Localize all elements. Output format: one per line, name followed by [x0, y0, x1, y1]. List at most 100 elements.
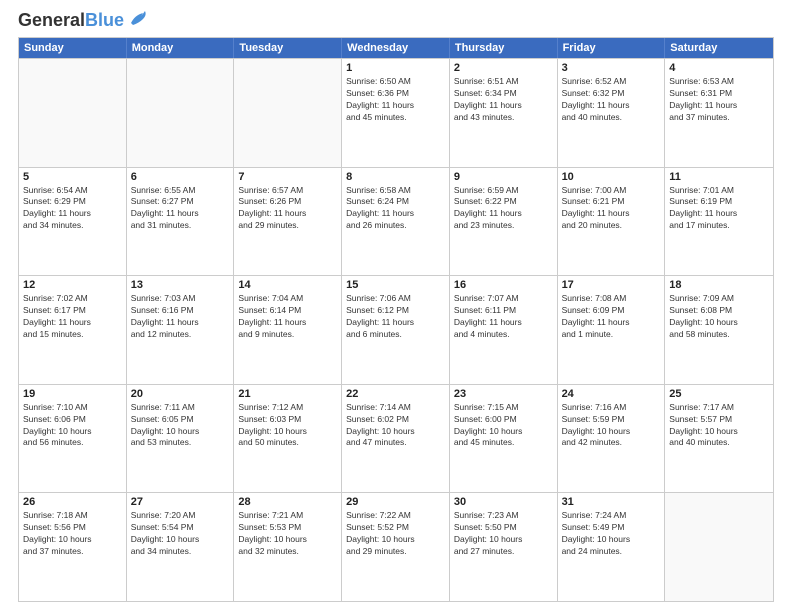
cal-cell: 13 Sunrise: 7:03 AM Sunset: 6:16 PM Dayli…: [127, 276, 235, 384]
calendar-body: 1Sunrise: 6:50 AM Sunset: 6:36 PM Daylig…: [19, 58, 773, 601]
cal-cell: [19, 59, 127, 167]
cal-cell: 22 Sunrise: 7:14 AM Sunset: 6:02 PM Dayli…: [342, 385, 450, 493]
day-number: 14: [238, 279, 337, 291]
day-number: 20: [131, 388, 230, 400]
calendar-header: SundayMondayTuesdayWednesdayThursdayFrid…: [19, 38, 773, 58]
day-number: 10: [562, 171, 661, 183]
week-row-2: 5Sunrise: 6:54 AM Sunset: 6:29 PM Daylig…: [19, 167, 773, 276]
header-day-monday: Monday: [127, 38, 235, 58]
cal-cell: 8 Sunrise: 6:58 AM Sunset: 6:24 PM Daylig…: [342, 168, 450, 276]
calendar: SundayMondayTuesdayWednesdayThursdayFrid…: [18, 37, 774, 602]
day-info: Sunrise: 7:14 AM Sunset: 6:02 PM Dayligh…: [346, 402, 445, 450]
week-row-3: 12 Sunrise: 7:02 AM Sunset: 6:17 PM Dayli…: [19, 275, 773, 384]
day-number: 21: [238, 388, 337, 400]
day-info: Sunrise: 7:07 AM Sunset: 6:11 PM Dayligh…: [454, 293, 553, 341]
header-day-wednesday: Wednesday: [342, 38, 450, 58]
cal-cell: 3 Sunrise: 6:52 AM Sunset: 6:32 PM Daylig…: [558, 59, 666, 167]
day-info: Sunrise: 6:52 AM Sunset: 6:32 PM Dayligh…: [562, 76, 661, 124]
cal-cell: 31 Sunrise: 7:24 AM Sunset: 5:49 PM Dayli…: [558, 493, 666, 601]
cal-cell: 24Sunrise: 7:16 AM Sunset: 5:59 PM Dayli…: [558, 385, 666, 493]
day-number: 26: [23, 496, 122, 508]
day-info: Sunrise: 6:51 AM Sunset: 6:34 PM Dayligh…: [454, 76, 553, 124]
day-number: 27: [131, 496, 230, 508]
cal-cell: 29Sunrise: 7:22 AM Sunset: 5:52 PM Dayli…: [342, 493, 450, 601]
cal-cell: 1Sunrise: 6:50 AM Sunset: 6:36 PM Daylig…: [342, 59, 450, 167]
day-number: 4: [669, 62, 769, 74]
day-info: Sunrise: 6:54 AM Sunset: 6:29 PM Dayligh…: [23, 185, 122, 233]
header-day-thursday: Thursday: [450, 38, 558, 58]
day-info: Sunrise: 7:15 AM Sunset: 6:00 PM Dayligh…: [454, 402, 553, 450]
day-info: Sunrise: 6:57 AM Sunset: 6:26 PM Dayligh…: [238, 185, 337, 233]
day-number: 17: [562, 279, 661, 291]
day-info: Sunrise: 6:58 AM Sunset: 6:24 PM Dayligh…: [346, 185, 445, 233]
day-info: Sunrise: 7:04 AM Sunset: 6:14 PM Dayligh…: [238, 293, 337, 341]
day-number: 3: [562, 62, 661, 74]
day-info: Sunrise: 6:55 AM Sunset: 6:27 PM Dayligh…: [131, 185, 230, 233]
cal-cell: 18 Sunrise: 7:09 AM Sunset: 6:08 PM Dayli…: [665, 276, 773, 384]
day-info: Sunrise: 7:17 AM Sunset: 5:57 PM Dayligh…: [669, 402, 769, 450]
cal-cell: 28Sunrise: 7:21 AM Sunset: 5:53 PM Dayli…: [234, 493, 342, 601]
day-info: Sunrise: 6:59 AM Sunset: 6:22 PM Dayligh…: [454, 185, 553, 233]
day-info: Sunrise: 7:09 AM Sunset: 6:08 PM Dayligh…: [669, 293, 769, 341]
day-info: Sunrise: 7:06 AM Sunset: 6:12 PM Dayligh…: [346, 293, 445, 341]
cal-cell: 26 Sunrise: 7:18 AM Sunset: 5:56 PM Dayli…: [19, 493, 127, 601]
day-number: 16: [454, 279, 553, 291]
day-info: Sunrise: 7:20 AM Sunset: 5:54 PM Dayligh…: [131, 510, 230, 558]
cal-cell: [665, 493, 773, 601]
cal-cell: 15 Sunrise: 7:06 AM Sunset: 6:12 PM Dayli…: [342, 276, 450, 384]
cal-cell: 4 Sunrise: 6:53 AM Sunset: 6:31 PM Daylig…: [665, 59, 773, 167]
header: GeneralBlue: [18, 10, 774, 31]
day-info: Sunrise: 7:00 AM Sunset: 6:21 PM Dayligh…: [562, 185, 661, 233]
day-info: Sunrise: 7:22 AM Sunset: 5:52 PM Dayligh…: [346, 510, 445, 558]
cal-cell: 25 Sunrise: 7:17 AM Sunset: 5:57 PM Dayli…: [665, 385, 773, 493]
week-row-5: 26 Sunrise: 7:18 AM Sunset: 5:56 PM Dayli…: [19, 492, 773, 601]
day-number: 22: [346, 388, 445, 400]
day-number: 9: [454, 171, 553, 183]
cal-cell: 12 Sunrise: 7:02 AM Sunset: 6:17 PM Dayli…: [19, 276, 127, 384]
cal-cell: 20 Sunrise: 7:11 AM Sunset: 6:05 PM Dayli…: [127, 385, 235, 493]
logo-bird-icon: [127, 9, 149, 29]
day-number: 12: [23, 279, 122, 291]
day-info: Sunrise: 7:08 AM Sunset: 6:09 PM Dayligh…: [562, 293, 661, 341]
day-info: Sunrise: 6:53 AM Sunset: 6:31 PM Dayligh…: [669, 76, 769, 124]
cal-cell: 2 Sunrise: 6:51 AM Sunset: 6:34 PM Daylig…: [450, 59, 558, 167]
day-number: 2: [454, 62, 553, 74]
cal-cell: 9 Sunrise: 6:59 AM Sunset: 6:22 PM Daylig…: [450, 168, 558, 276]
day-number: 11: [669, 171, 769, 183]
day-info: Sunrise: 7:24 AM Sunset: 5:49 PM Dayligh…: [562, 510, 661, 558]
day-info: Sunrise: 7:02 AM Sunset: 6:17 PM Dayligh…: [23, 293, 122, 341]
day-number: 15: [346, 279, 445, 291]
cal-cell: 5Sunrise: 6:54 AM Sunset: 6:29 PM Daylig…: [19, 168, 127, 276]
day-number: 6: [131, 171, 230, 183]
logo-text: GeneralBlue: [18, 10, 124, 31]
day-number: 28: [238, 496, 337, 508]
week-row-4: 19Sunrise: 7:10 AM Sunset: 6:06 PM Dayli…: [19, 384, 773, 493]
day-number: 8: [346, 171, 445, 183]
day-info: Sunrise: 7:18 AM Sunset: 5:56 PM Dayligh…: [23, 510, 122, 558]
logo: GeneralBlue: [18, 10, 149, 31]
day-number: 1: [346, 62, 445, 74]
cal-cell: 11 Sunrise: 7:01 AM Sunset: 6:19 PM Dayli…: [665, 168, 773, 276]
cal-cell: 7 Sunrise: 6:57 AM Sunset: 6:26 PM Daylig…: [234, 168, 342, 276]
day-number: 31: [562, 496, 661, 508]
day-number: 7: [238, 171, 337, 183]
day-info: Sunrise: 7:03 AM Sunset: 6:16 PM Dayligh…: [131, 293, 230, 341]
day-info: Sunrise: 7:10 AM Sunset: 6:06 PM Dayligh…: [23, 402, 122, 450]
cal-cell: 21 Sunrise: 7:12 AM Sunset: 6:03 PM Dayli…: [234, 385, 342, 493]
logo-general: General: [18, 10, 85, 30]
day-number: 13: [131, 279, 230, 291]
cal-cell: [127, 59, 235, 167]
day-info: Sunrise: 7:11 AM Sunset: 6:05 PM Dayligh…: [131, 402, 230, 450]
day-info: Sunrise: 7:01 AM Sunset: 6:19 PM Dayligh…: [669, 185, 769, 233]
cal-cell: [234, 59, 342, 167]
cal-cell: 10 Sunrise: 7:00 AM Sunset: 6:21 PM Dayli…: [558, 168, 666, 276]
day-number: 18: [669, 279, 769, 291]
page: GeneralBlue SundayMondayTuesdayWednesday…: [0, 0, 792, 612]
day-number: 30: [454, 496, 553, 508]
day-info: Sunrise: 7:12 AM Sunset: 6:03 PM Dayligh…: [238, 402, 337, 450]
day-number: 24: [562, 388, 661, 400]
header-day-friday: Friday: [558, 38, 666, 58]
day-number: 25: [669, 388, 769, 400]
cal-cell: 6 Sunrise: 6:55 AM Sunset: 6:27 PM Daylig…: [127, 168, 235, 276]
cal-cell: 14 Sunrise: 7:04 AM Sunset: 6:14 PM Dayli…: [234, 276, 342, 384]
